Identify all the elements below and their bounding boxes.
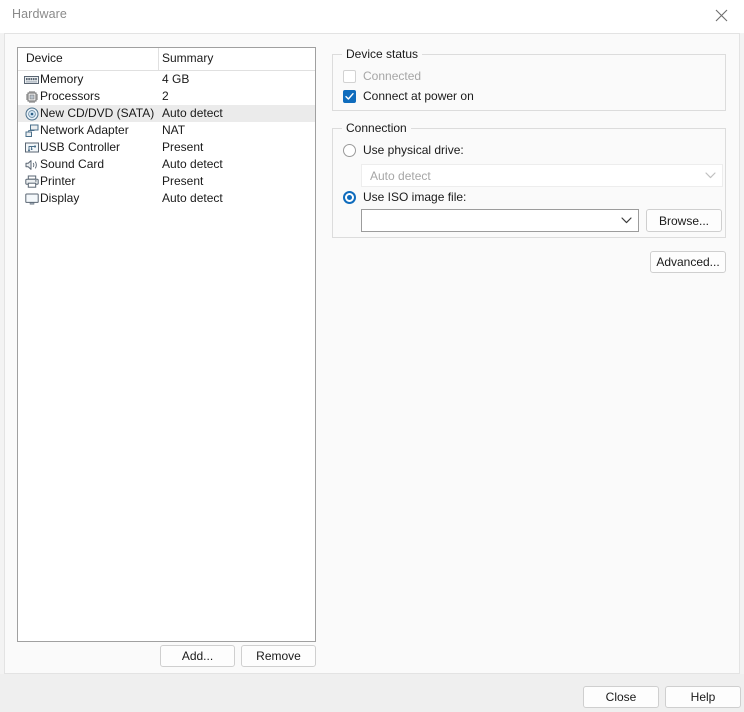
connected-label: Connected [363, 69, 422, 83]
printer-icon [24, 174, 39, 189]
connected-checkbox [343, 69, 356, 83]
remove-device-button[interactable]: Remove [241, 645, 316, 667]
advanced-button[interactable]: Advanced... [650, 251, 726, 273]
device-status-group: Device status Connected Connect at power… [332, 47, 726, 111]
display-icon [24, 191, 39, 206]
use-iso-image-label: Use ISO image file: [363, 190, 467, 204]
device-list-row[interactable]: Display Auto detect [18, 190, 315, 207]
physical-drive-value: Auto detect [370, 168, 431, 183]
connection-group: Connection Use physical drive: Auto dete… [332, 121, 726, 238]
device-summary: Present [162, 174, 204, 188]
use-physical-drive-radio[interactable] [343, 143, 356, 157]
network-adapter-icon [24, 123, 39, 138]
connect-at-power-on-checkbox[interactable] [343, 89, 356, 103]
connect-at-power-on-label: Connect at power on [363, 89, 474, 103]
device-list-row[interactable]: USB Controller Present [18, 139, 315, 156]
device-summary: Auto detect [162, 106, 223, 120]
memory-icon [24, 72, 39, 87]
page-title: Hardware [12, 7, 67, 21]
use-iso-image-row[interactable]: Use ISO image file: [343, 189, 466, 205]
hardware-settings-window: Hardware Device Summary Memory 4 GB Proces… [0, 0, 744, 712]
device-summary: Auto detect [162, 157, 223, 171]
connection-group-title: Connection [342, 121, 411, 135]
device-name: New CD/DVD (SATA) [40, 106, 155, 120]
iso-image-combobox[interactable] [361, 209, 639, 232]
device-list[interactable]: Device Summary Memory 4 GB Processors 2 New … [17, 47, 316, 642]
use-iso-image-radio[interactable] [343, 190, 356, 204]
device-name: USB Controller [40, 140, 121, 154]
usb-controller-icon [24, 140, 39, 155]
device-list-row[interactable]: Sound Card Auto detect [18, 156, 315, 173]
use-physical-drive-row[interactable]: Use physical drive: [343, 142, 464, 158]
device-summary: 4 GB [162, 72, 190, 86]
device-name: Display [40, 191, 80, 205]
device-name: Sound Card [40, 157, 105, 171]
chevron-down-icon [698, 172, 722, 179]
chevron-down-icon[interactable] [614, 217, 638, 224]
device-name: Printer [40, 174, 76, 188]
device-name: Network Adapter [40, 123, 129, 137]
device-list-body: Memory 4 GB Processors 2 New CD/DVD (SATA) Au… [18, 71, 315, 207]
processor-icon [24, 89, 39, 104]
connect-at-power-on-row[interactable]: Connect at power on [343, 88, 474, 104]
device-list-row[interactable]: Network Adapter NAT [18, 122, 315, 139]
device-list-row[interactable]: Memory 4 GB [18, 71, 315, 88]
cd-dvd-icon [24, 106, 39, 121]
device-summary: Present [162, 140, 204, 154]
device-list-row[interactable]: New CD/DVD (SATA) Auto detect [18, 105, 315, 122]
column-separator [158, 48, 159, 70]
browse-button[interactable]: Browse... [646, 209, 722, 232]
physical-drive-combobox: Auto detect [361, 164, 723, 187]
sound-card-icon [24, 157, 39, 172]
device-summary: Auto detect [162, 191, 223, 205]
device-list-row[interactable]: Printer Present [18, 173, 315, 190]
device-summary: NAT [162, 123, 186, 137]
connected-checkbox-row: Connected [343, 68, 421, 84]
close-button[interactable]: Close [583, 686, 659, 708]
device-list-header: Device Summary [18, 48, 315, 71]
help-button[interactable]: Help [665, 686, 741, 708]
device-name: Memory [40, 72, 84, 86]
device-status-group-title: Device status [342, 47, 423, 61]
add-device-button[interactable]: Add... [160, 645, 235, 667]
device-summary: 2 [162, 89, 169, 103]
column-header-summary[interactable]: Summary [162, 51, 213, 65]
device-list-row[interactable]: Processors 2 [18, 88, 315, 105]
column-header-device[interactable]: Device [26, 51, 63, 65]
title-bar: Hardware [0, 0, 744, 33]
close-icon[interactable] [698, 0, 744, 30]
device-name: Processors [40, 89, 101, 103]
use-physical-drive-label: Use physical drive: [363, 143, 464, 157]
